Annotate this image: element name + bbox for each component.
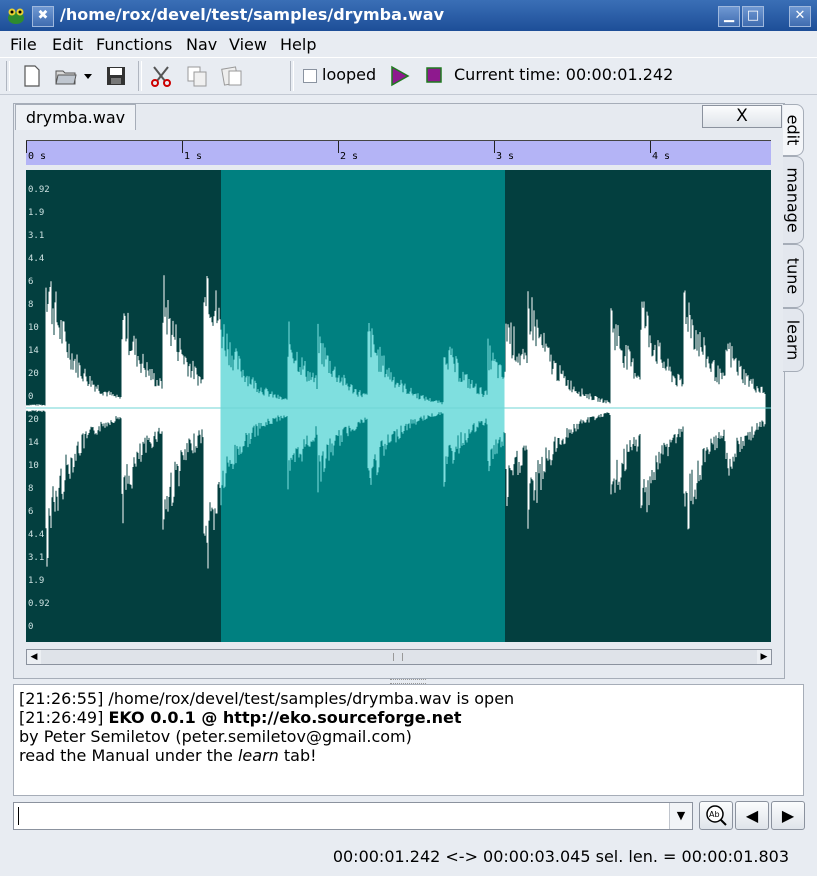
toolbar-handle — [6, 61, 10, 91]
log-line: [21:26:49] EKO 0.0.1 @ http://eko.source… — [19, 708, 462, 727]
minimize-button[interactable]: ▁ — [718, 6, 740, 27]
amplitude-label: 20 — [28, 369, 39, 379]
log-text: tab! — [278, 746, 317, 765]
amplitude-label: 8 — [28, 484, 34, 494]
cut-icon[interactable] — [149, 64, 173, 88]
amplitude-label: 14 — [28, 438, 39, 448]
previous-button[interactable]: ◀ — [735, 801, 769, 830]
ruler-tick — [650, 141, 651, 153]
tab-learn-label: learn — [783, 319, 803, 361]
amplitude-label: 6 — [28, 277, 34, 287]
ruler-label: 3 s — [496, 151, 515, 162]
scroll-grip[interactable] — [393, 653, 403, 661]
window-menu-button[interactable]: ✖ — [32, 6, 54, 27]
amplitude-label: 1.9 — [28, 208, 45, 218]
amplitude-label: 14 — [28, 346, 39, 356]
svg-text:Ab: Ab — [709, 810, 720, 819]
text-cursor — [18, 807, 19, 825]
log-learn-emphasis: learn — [237, 746, 279, 765]
menu-view[interactable]: View — [229, 35, 267, 54]
window-title: /home/rox/devel/test/samples/drymba.wav — [60, 5, 444, 24]
stop-icon[interactable] — [426, 67, 443, 84]
menu-bar: File Edit Functions Nav View Help — [0, 32, 817, 56]
amplitude-label: 8 — [28, 300, 34, 310]
time-ruler[interactable]: 0 s 1 s 2 s 3 s 4 s — [26, 140, 771, 165]
menu-functions[interactable]: Functions — [96, 35, 172, 54]
tab-tune-label: tune — [783, 257, 803, 295]
tab-tune[interactable]: tune — [783, 244, 804, 308]
log-time: [21:26:49] — [19, 708, 109, 727]
frog-app-icon[interactable] — [6, 6, 26, 26]
ruler-tick — [182, 141, 183, 153]
next-button[interactable]: ▶ — [771, 801, 805, 830]
amplitude-label: 0.92 — [28, 185, 50, 195]
toolbar-separator — [138, 61, 142, 91]
close-window-button[interactable]: ✕ — [789, 6, 811, 27]
ruler-tick — [494, 141, 495, 153]
new-file-icon[interactable] — [20, 64, 44, 88]
log-line: [21:26:55] /home/rox/devel/test/samples/… — [19, 689, 515, 708]
tab-learn[interactable]: learn — [783, 308, 804, 372]
chevron-down-icon[interactable] — [82, 64, 94, 88]
horizontal-scrollbar[interactable]: ◀ ▶ — [26, 649, 772, 665]
menu-file[interactable]: File — [10, 35, 37, 54]
menu-edit[interactable]: Edit — [52, 35, 83, 54]
ruler-label: 2 s — [340, 151, 359, 162]
waveform-view[interactable]: 0.92 1.9 3.1 4.4 6 8 10 14 20 0 20 14 10 8 6 4.4 3.1 1.9 0… — [26, 170, 771, 642]
toolbar: looped Current time: 00:00:01.242 — [0, 57, 817, 95]
amplitude-label: 10 — [28, 323, 39, 333]
amplitude-label: 20 — [28, 415, 39, 425]
tab-manage[interactable]: manage — [783, 156, 804, 244]
toolbar-separator — [290, 61, 294, 91]
ruler-label: 0 s — [28, 151, 47, 162]
amplitude-label: 1.9 — [28, 576, 45, 586]
title-bar: ✖ /home/rox/devel/test/samples/drymba.wa… — [0, 0, 817, 31]
amplitude-label: 10 — [28, 461, 39, 471]
amplitude-label: 0.92 — [28, 599, 50, 609]
amplitude-label: 4.4 — [28, 530, 45, 540]
log-line: by Peter Semiletov (peter.semiletov@gmai… — [19, 727, 412, 746]
log-text: read the Manual under the — [19, 746, 238, 765]
search-text-button[interactable]: Ab — [699, 801, 733, 830]
amplitude-label: 4.4 — [28, 254, 45, 264]
scroll-right-arrow[interactable]: ▶ — [757, 650, 771, 664]
log-area: [21:26:55] /home/rox/devel/test/samples/… — [13, 684, 804, 796]
tab-edit[interactable]: edit — [783, 104, 804, 156]
amplitude-label: 6 — [28, 507, 34, 517]
log-line: read the Manual under the learn tab! — [19, 746, 317, 765]
amplitude-label: 3.1 — [28, 553, 45, 563]
looped-checkbox[interactable] — [303, 69, 317, 83]
tab-edit-label: edit — [783, 114, 803, 146]
open-folder-icon[interactable] — [54, 64, 78, 88]
status-bar: 00:00:01.242 <-> 00:00:03.045 sel. len. … — [332, 847, 789, 866]
save-icon[interactable] — [104, 64, 128, 88]
find-text-icon: Ab — [706, 805, 727, 826]
copy-icon[interactable] — [185, 64, 209, 88]
log-app-info: EKO 0.0.1 @ http://eko.sourceforge.net — [108, 708, 462, 727]
ruler-tick — [26, 141, 27, 153]
maximize-button[interactable]: □ — [742, 6, 764, 27]
waveform — [26, 275, 771, 569]
command-input[interactable] — [13, 802, 693, 830]
paste-icon[interactable] — [220, 64, 244, 88]
scroll-left-arrow[interactable]: ◀ — [27, 650, 41, 664]
close-tab-button[interactable]: X — [702, 105, 782, 128]
chevron-down-icon[interactable]: ▼ — [669, 803, 692, 829]
current-time-label: Current time: 00:00:01.242 — [454, 65, 674, 84]
tab-manage-label: manage — [783, 167, 803, 233]
looped-label: looped — [322, 65, 377, 84]
amplitude-label: 3.1 — [28, 231, 45, 241]
ruler-tick — [338, 141, 339, 153]
play-icon[interactable] — [389, 65, 411, 87]
menu-help[interactable]: Help — [280, 35, 316, 54]
ruler-label: 4 s — [652, 151, 671, 162]
tab-label: drymba.wav — [25, 108, 126, 127]
ruler-label: 1 s — [184, 151, 203, 162]
amplitude-label: 0 — [28, 392, 34, 402]
tab-drymba-wav[interactable]: drymba.wav — [15, 104, 136, 130]
amplitude-label: 0 — [28, 622, 34, 632]
menu-nav[interactable]: Nav — [186, 35, 217, 54]
